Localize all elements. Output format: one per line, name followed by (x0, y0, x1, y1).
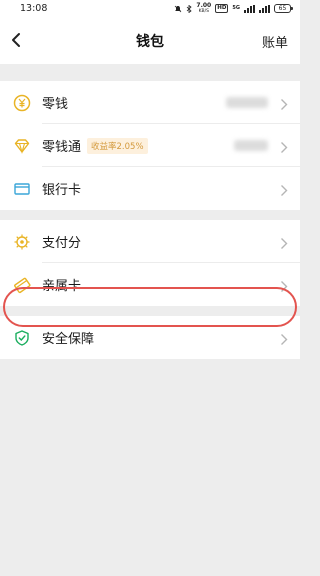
wallet-group-2: 支付分 亲属卡 (0, 220, 300, 306)
wallet-group-1: 零钱 零钱通 收益率2.05% 银行卡 (0, 81, 300, 210)
navigation-bar: 钱包 账单 (0, 17, 300, 64)
list-item-pay-score[interactable]: 支付分 (0, 220, 300, 263)
list-item-family-card[interactable]: 亲属卡 (0, 263, 300, 306)
list-item-label: 支付分 (42, 236, 82, 251)
pay-score-icon (12, 232, 32, 252)
signal-icon-2 (259, 4, 270, 13)
status-bar: 13:08 7.00 KB/S HD 5G 65 (0, 0, 300, 17)
shield-check-icon (12, 328, 32, 348)
list-item-lingqiantong[interactable]: 零钱通 收益率2.05% (0, 124, 300, 167)
signal-icon (244, 4, 255, 13)
blurred-balance (234, 140, 268, 151)
chevron-right-icon (280, 278, 288, 292)
chevron-right-icon (280, 139, 288, 153)
list-item-label: 零钱 (42, 97, 69, 112)
network-label: 5G (232, 5, 240, 11)
status-icons: 7.00 KB/S HD 5G 65 (174, 2, 293, 15)
bluetooth-icon (186, 4, 193, 13)
mute-bell-icon (174, 5, 182, 13)
battery-icon: 65 (274, 4, 293, 13)
hd-badge: HD (215, 4, 229, 13)
list-item-label: 零钱通 (42, 140, 82, 155)
list-item-bank-card[interactable]: 银行卡 (0, 167, 300, 210)
chevron-right-icon (280, 182, 288, 196)
yuan-coin-icon (12, 93, 32, 113)
bill-button[interactable]: 账单 (262, 32, 288, 51)
blurred-balance (226, 97, 268, 108)
chevron-right-icon (280, 235, 288, 249)
diamond-icon (12, 136, 32, 156)
back-arrow-icon[interactable] (8, 31, 24, 49)
bank-card-icon (12, 179, 32, 199)
battery-level: 65 (278, 5, 287, 12)
chevron-right-icon (280, 331, 288, 345)
network-speed: 7.00 KB/S (196, 2, 211, 15)
yield-rate-badge: 收益率2.05% (87, 137, 148, 154)
list-item-label: 银行卡 (42, 183, 82, 198)
status-time: 13:08 (20, 3, 48, 14)
list-item-change[interactable]: 零钱 (0, 81, 300, 124)
list-item-label: 亲属卡 (42, 279, 82, 294)
network-type: 5G (232, 6, 240, 11)
list-item-label: 安全保障 (42, 332, 95, 347)
list-item-security[interactable]: 安全保障 (0, 316, 300, 359)
wallet-group-3: 安全保障 (0, 316, 300, 359)
speed-unit: KB/S (198, 8, 210, 14)
page-title: 钱包 (136, 33, 164, 50)
chevron-right-icon (280, 96, 288, 110)
family-card-icon (12, 275, 32, 295)
